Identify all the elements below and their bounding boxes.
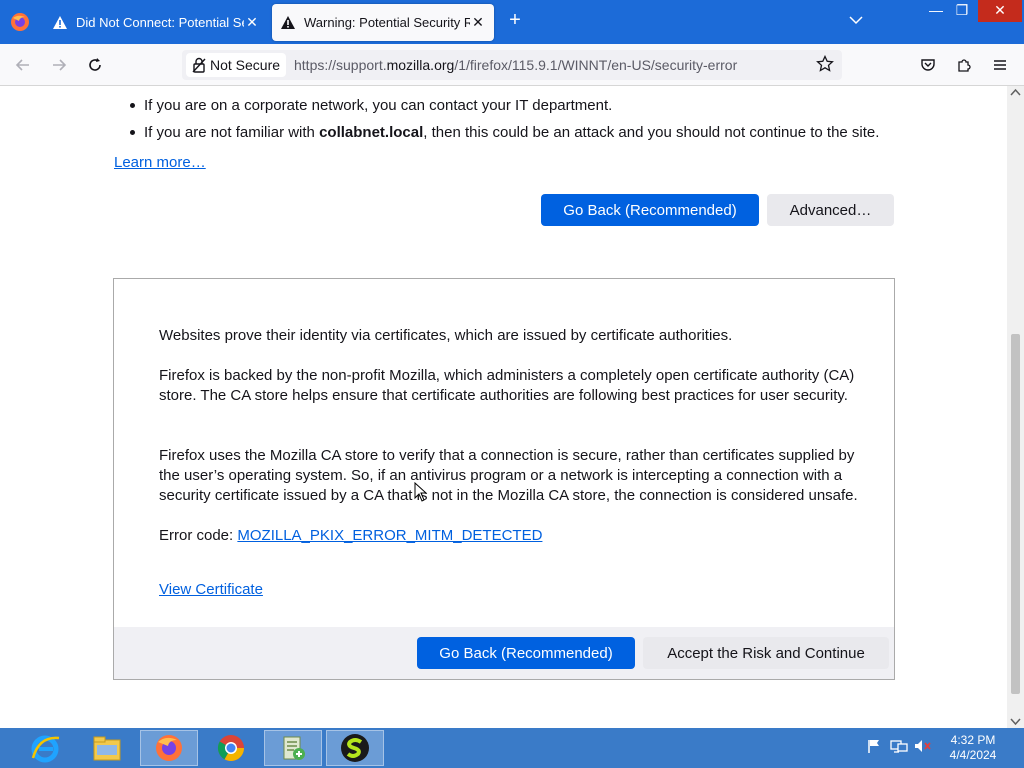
url-host: mozilla.org: [386, 57, 455, 73]
suggestion-list: If you are on a corporate network, you c…: [128, 92, 928, 146]
star-icon: [816, 54, 834, 72]
learn-more-link[interactable]: Learn more…: [114, 154, 206, 171]
accept-risk-button[interactable]: Accept the Risk and Continue: [643, 637, 889, 669]
paragraph: Firefox uses the Mozilla CA store to ver…: [159, 447, 858, 504]
taskbar-app-s[interactable]: [326, 730, 384, 766]
new-tab-button[interactable]: +: [504, 10, 526, 32]
list-item: If you are on a corporate network, you c…: [128, 92, 928, 119]
insecure-lock-icon: [192, 57, 206, 73]
mouse-cursor-icon: [414, 482, 428, 502]
scroll-down-arrow-icon[interactable]: [1010, 716, 1021, 726]
advanced-panel: Websites prove their identity via certif…: [113, 278, 895, 680]
tab-title: Warning: Potential Security Risk Ahead: [304, 15, 470, 30]
network-tool-icon: [283, 736, 305, 760]
clock-time: 4:32 PM: [950, 733, 996, 747]
reload-button[interactable]: [82, 52, 108, 78]
advanced-panel-footer: Go Back (Recommended) Accept the Risk an…: [114, 627, 894, 679]
site-identity-button[interactable]: Not Secure: [186, 53, 287, 77]
restore-window-button[interactable]: ❐: [947, 0, 977, 22]
puzzle-icon: [958, 59, 971, 72]
page-content: If you are on a corporate network, you c…: [0, 86, 1007, 728]
clock-date: 4/4/2024: [949, 748, 997, 762]
internet-explorer-icon: [31, 735, 60, 763]
pocket-button[interactable]: [915, 52, 941, 78]
app-s-icon: [341, 734, 369, 762]
firefox-logo-icon: [11, 13, 29, 31]
chrome-icon: [217, 735, 245, 762]
firefox-view-button[interactable]: [6, 8, 34, 36]
volume-muted-icon[interactable]: [914, 738, 932, 754]
tab-bar: Did Not Connect: Potential Security Issu…: [0, 0, 1024, 44]
paragraph: Firefox is backed by the non-profit Mozi…: [159, 367, 855, 404]
tab-did-not-connect[interactable]: Did Not Connect: Potential Security Issu…: [44, 4, 268, 41]
app-menu-button[interactable]: [987, 52, 1013, 78]
go-back-button[interactable]: Go Back (Recommended): [417, 637, 635, 669]
hostname-text: collabnet.local: [319, 124, 424, 141]
folder-icon: [93, 736, 121, 761]
taskbar-network-tool[interactable]: [264, 730, 322, 766]
hamburger-menu-icon: [994, 60, 1006, 70]
network-icon[interactable]: [890, 738, 908, 754]
navigation-toolbar: Not Secure https://support.mozilla.org/1…: [0, 44, 1024, 86]
reload-icon: [89, 58, 101, 71]
list-item: If you are not familiar with collabnet.l…: [128, 119, 928, 146]
advanced-button[interactable]: Advanced…: [767, 194, 894, 226]
list-item-text: If you are not familiar with: [144, 124, 320, 141]
arrow-left-icon: [15, 59, 29, 71]
scrollbar-thumb[interactable]: [1011, 334, 1020, 694]
pocket-icon: [921, 59, 935, 71]
flag-icon[interactable]: [866, 738, 882, 754]
go-back-button[interactable]: Go Back (Recommended): [541, 194, 759, 226]
not-secure-label: Not Secure: [210, 57, 281, 73]
scroll-up-arrow-icon[interactable]: [1010, 88, 1021, 98]
arrow-right-icon: [53, 59, 67, 71]
back-button[interactable]: [10, 52, 36, 78]
error-code-link[interactable]: MOZILLA_PKIX_ERROR_MITM_DETECTED: [237, 527, 542, 544]
warning-icon: [281, 15, 295, 29]
windows-taskbar: 4:32 PM 4/4/2024: [0, 728, 1024, 768]
system-clock[interactable]: 4:32 PM 4/4/2024: [938, 733, 1008, 763]
paragraph: Websites prove their identity via certif…: [159, 327, 733, 344]
list-all-tabs-button[interactable]: [848, 12, 864, 31]
taskbar-firefox[interactable]: [140, 730, 198, 766]
firefox-icon: [156, 735, 182, 761]
close-window-button[interactable]: ✕: [978, 0, 1022, 22]
url-prefix: https://support.: [294, 57, 387, 73]
url-path: /1/firefox/115.9.1/WINNT/en-US/security-…: [454, 57, 738, 73]
list-item-text: , then this could be an attack and you s…: [423, 124, 880, 141]
chevron-down-icon: [849, 16, 863, 25]
address-bar[interactable]: Not Secure https://support.mozilla.org/1…: [182, 50, 842, 80]
extensions-button[interactable]: [951, 52, 977, 78]
close-tab-icon[interactable]: ✕: [470, 14, 486, 31]
taskbar-internet-explorer[interactable]: [16, 730, 74, 766]
url-text[interactable]: https://support.mozilla.org/1/firefox/11…: [294, 57, 737, 73]
taskbar-chrome[interactable]: [202, 730, 260, 766]
tab-title: Did Not Connect: Potential Security Issu…: [76, 15, 244, 30]
vertical-scrollbar[interactable]: [1007, 86, 1024, 728]
close-tab-icon[interactable]: ✕: [244, 14, 260, 31]
warning-icon: [53, 15, 67, 29]
tab-security-warning[interactable]: Warning: Potential Security Risk Ahead ✕: [272, 4, 494, 41]
error-code-label: Error code:: [159, 527, 238, 544]
forward-button[interactable]: [46, 52, 72, 78]
view-certificate-link[interactable]: View Certificate: [159, 581, 263, 598]
taskbar-file-explorer[interactable]: [78, 730, 136, 766]
bookmark-star-button[interactable]: [816, 54, 834, 76]
error-code-line: Error code: MOZILLA_PKIX_ERROR_MITM_DETE…: [159, 526, 859, 546]
